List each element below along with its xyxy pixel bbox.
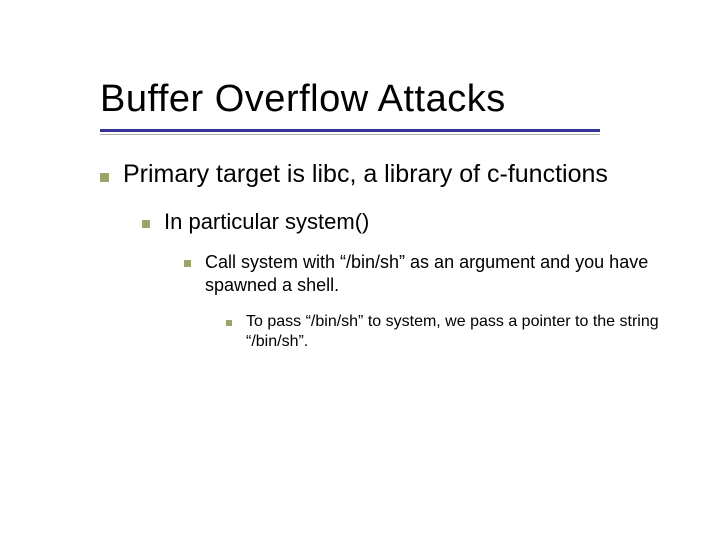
- square-bullet-icon: [226, 320, 232, 326]
- bullet-level-1: Primary target is libc, a library of c-f…: [100, 159, 670, 190]
- square-bullet-icon: [184, 260, 191, 267]
- bullet-text: To pass “/bin/sh” to system, we pass a p…: [246, 312, 670, 354]
- bullet-text: In particular system(): [164, 208, 670, 237]
- bullet-text: Call system with “/bin/sh” as an argumen…: [205, 251, 670, 298]
- rule-thick: [100, 129, 600, 132]
- bullet-text: Primary target is libc, a library of c-f…: [123, 159, 670, 190]
- square-bullet-icon: [100, 173, 109, 182]
- bullet-level-3: Call system with “/bin/sh” as an argumen…: [184, 251, 670, 298]
- title-underline: [100, 129, 670, 135]
- slide: Buffer Overflow Attacks Primary target i…: [0, 0, 720, 540]
- slide-title: Buffer Overflow Attacks: [100, 78, 670, 121]
- square-bullet-icon: [142, 220, 150, 228]
- bullet-level-2: In particular system(): [142, 208, 670, 237]
- bullet-level-4: To pass “/bin/sh” to system, we pass a p…: [226, 312, 670, 354]
- rule-thin: [100, 134, 600, 135]
